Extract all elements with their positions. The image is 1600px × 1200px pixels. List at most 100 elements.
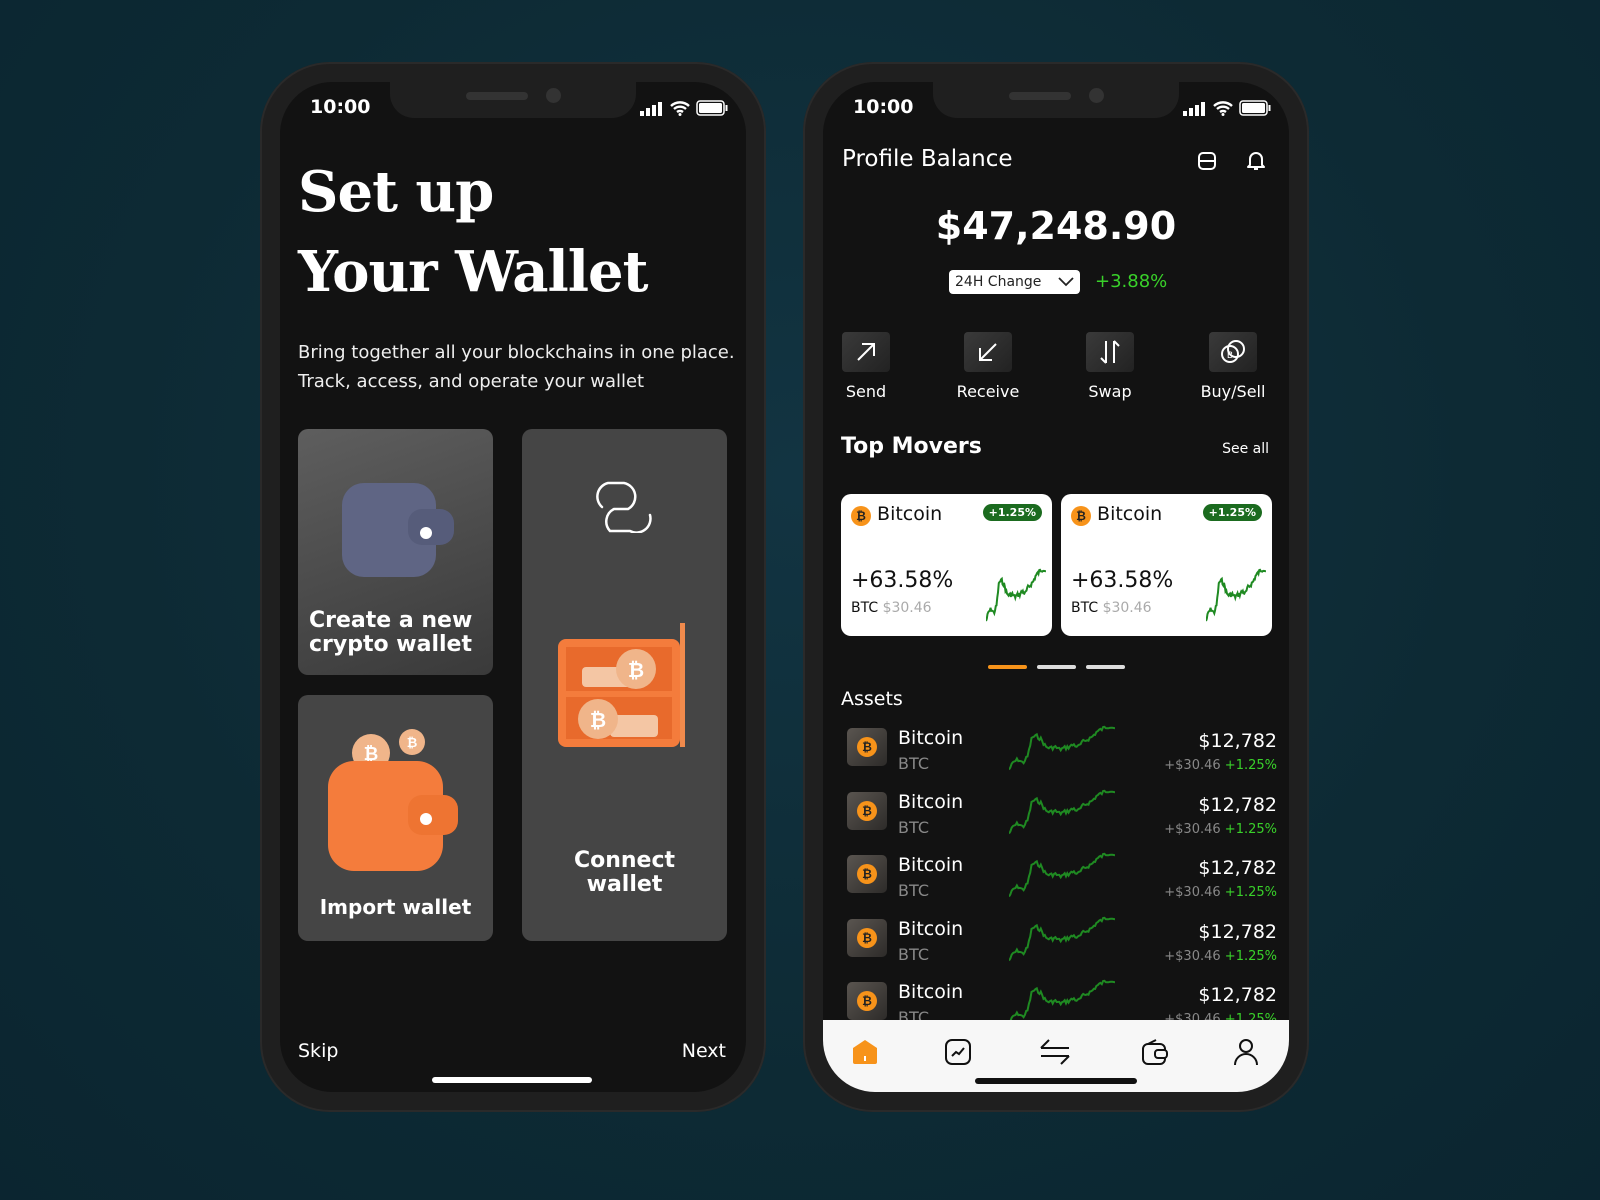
send-button[interactable]: Send [826, 332, 906, 401]
import-wallet-card[interactable]: ₿ ₿ Import wallet [298, 695, 493, 941]
sparkline-chart [1009, 979, 1115, 1025]
bitcoin-icon: ₿ [847, 982, 887, 1020]
asset-pct: +1.25% [1224, 758, 1277, 773]
page-title-line2: Your Wallet [298, 239, 649, 305]
signal-icon [1183, 102, 1205, 116]
sparkline-chart [1009, 852, 1115, 898]
wallet-coins-icon: ₿₿ [328, 729, 458, 871]
bell-icon[interactable] [1246, 150, 1266, 172]
arrow-down-left-icon [979, 343, 997, 361]
skip-button[interactable]: Skip [298, 1040, 338, 1062]
price: $30.46 [882, 600, 932, 616]
bitcoin-icon: ₿ [851, 506, 871, 526]
asset-ticker: BTC [898, 754, 929, 773]
wallet-icon [342, 483, 454, 577]
dot-active[interactable] [988, 665, 1027, 669]
description: Bring together all your blockchains in o… [298, 342, 735, 392]
create-wallet-label: Create a new crypto wallet [309, 608, 473, 657]
svg-text:₿: ₿ [628, 658, 644, 682]
wifi-icon [670, 101, 690, 116]
status-icons [1183, 100, 1271, 116]
create-wallet-card[interactable]: Create a new crypto wallet [298, 429, 493, 675]
home-icon[interactable] [851, 1038, 879, 1066]
svg-text:B: B [1227, 351, 1233, 361]
balance-amount: $47,248.90 [935, 204, 1177, 248]
ticker: BTC [851, 600, 879, 616]
bitcoin-icon: ₿ [1071, 506, 1091, 526]
wallet-icon[interactable] [1141, 1038, 1169, 1066]
asset-value: $12,782 [1198, 857, 1277, 879]
transfer-icon[interactable] [1039, 1038, 1071, 1066]
next-button[interactable]: Next [682, 1040, 726, 1062]
ticker: BTC [1071, 600, 1099, 616]
sparkline-chart [986, 568, 1046, 622]
card-icon[interactable] [1197, 151, 1217, 171]
see-all-link[interactable]: See all [1222, 441, 1269, 457]
bitcoin-icon: ₿ [847, 791, 887, 830]
asset-pct: +1.25% [1224, 948, 1277, 964]
link-icon [596, 481, 652, 533]
notch [390, 82, 636, 118]
mover-change: +63.58% [851, 568, 954, 593]
coin-name: Bitcoin [877, 503, 943, 525]
change-period-select[interactable]: 24H Change [949, 270, 1080, 294]
dot[interactable] [1037, 665, 1076, 669]
asset-name: Bitcoin [898, 981, 964, 1003]
safe-coins-icon: ₿₿ [558, 623, 685, 747]
assets-title: Assets [841, 688, 903, 710]
home-indicator [432, 1077, 592, 1083]
receive-button[interactable]: Receive [948, 332, 1028, 401]
svg-text:₿: ₿ [407, 736, 418, 751]
bitcoin-icon: ₿ [847, 855, 887, 893]
top-movers-title: Top Movers [841, 434, 982, 459]
screen: 10:00 Set up Your Wallet Bring together … [280, 82, 746, 1092]
svg-text:₿: ₿ [590, 708, 606, 732]
asset-value: $12,782 [1198, 984, 1277, 1006]
notch [933, 82, 1179, 118]
coin-name: Bitcoin [1097, 503, 1163, 525]
sparkline-chart [1009, 789, 1115, 834]
chevron-down-icon [1058, 277, 1074, 287]
signal-icon [640, 102, 662, 116]
battery-icon [1239, 100, 1271, 116]
asset-ticker: BTC [898, 944, 929, 964]
profile-icon[interactable] [1233, 1038, 1259, 1066]
bitcoin-icon: ₿ [847, 728, 887, 766]
exchange-coin-icon: B [1221, 340, 1245, 363]
price: $30.46 [1102, 600, 1152, 616]
sparkline-chart [1206, 568, 1266, 622]
asset-name: Bitcoin [898, 790, 964, 813]
asset-pct: +1.25% [1224, 885, 1277, 900]
change-badge: +1.25% [1202, 504, 1262, 521]
asset-value: $12,782 [1198, 730, 1277, 752]
dot[interactable] [1086, 665, 1125, 669]
asset-value: $12,782 [1198, 920, 1277, 943]
screen: 10:00 Profile Balance $47,248.90 24H Cha… [823, 82, 1289, 1092]
asset-delta: +$30.46 [1164, 758, 1221, 773]
chart-icon[interactable] [944, 1038, 972, 1066]
page-title-line1: Set up [298, 159, 494, 225]
buy-sell-button[interactable]: B Buy/Sell [1193, 332, 1273, 401]
asset-name: Bitcoin [898, 727, 964, 749]
mover-card[interactable]: ₿ Bitcoin +1.25% +63.58% BTC $30.46 [1061, 494, 1272, 636]
asset-name: Bitcoin [898, 854, 964, 876]
asset-ticker: BTC [898, 817, 929, 837]
sparkline-chart [1009, 916, 1115, 961]
asset-ticker: BTC [898, 881, 929, 900]
home-indicator [975, 1078, 1137, 1084]
page-title: Profile Balance [842, 146, 1013, 172]
phone-profile-balance: 10:00 Profile Balance $47,248.90 24H Cha… [803, 62, 1309, 1112]
mover-card[interactable]: ₿ Bitcoin +1.25% +63.58% BTC $30.46 [841, 494, 1052, 636]
asset-pct: +1.25% [1224, 821, 1277, 837]
swap-icon [1100, 340, 1120, 364]
carousel-dots [988, 665, 1125, 669]
phone-setup-wallet: 10:00 Set up Your Wallet Bring together … [260, 62, 766, 1112]
sparkline-chart [1009, 725, 1115, 771]
change-badge: +1.25% [982, 504, 1042, 521]
arrow-up-right-icon [857, 343, 875, 361]
asset-name: Bitcoin [898, 917, 964, 940]
asset-value: $12,782 [1198, 793, 1277, 816]
status-icons [640, 100, 728, 116]
swap-button[interactable]: Swap [1070, 332, 1150, 401]
connect-wallet-card[interactable]: ₿ ₿ Connect wallet [522, 429, 727, 941]
